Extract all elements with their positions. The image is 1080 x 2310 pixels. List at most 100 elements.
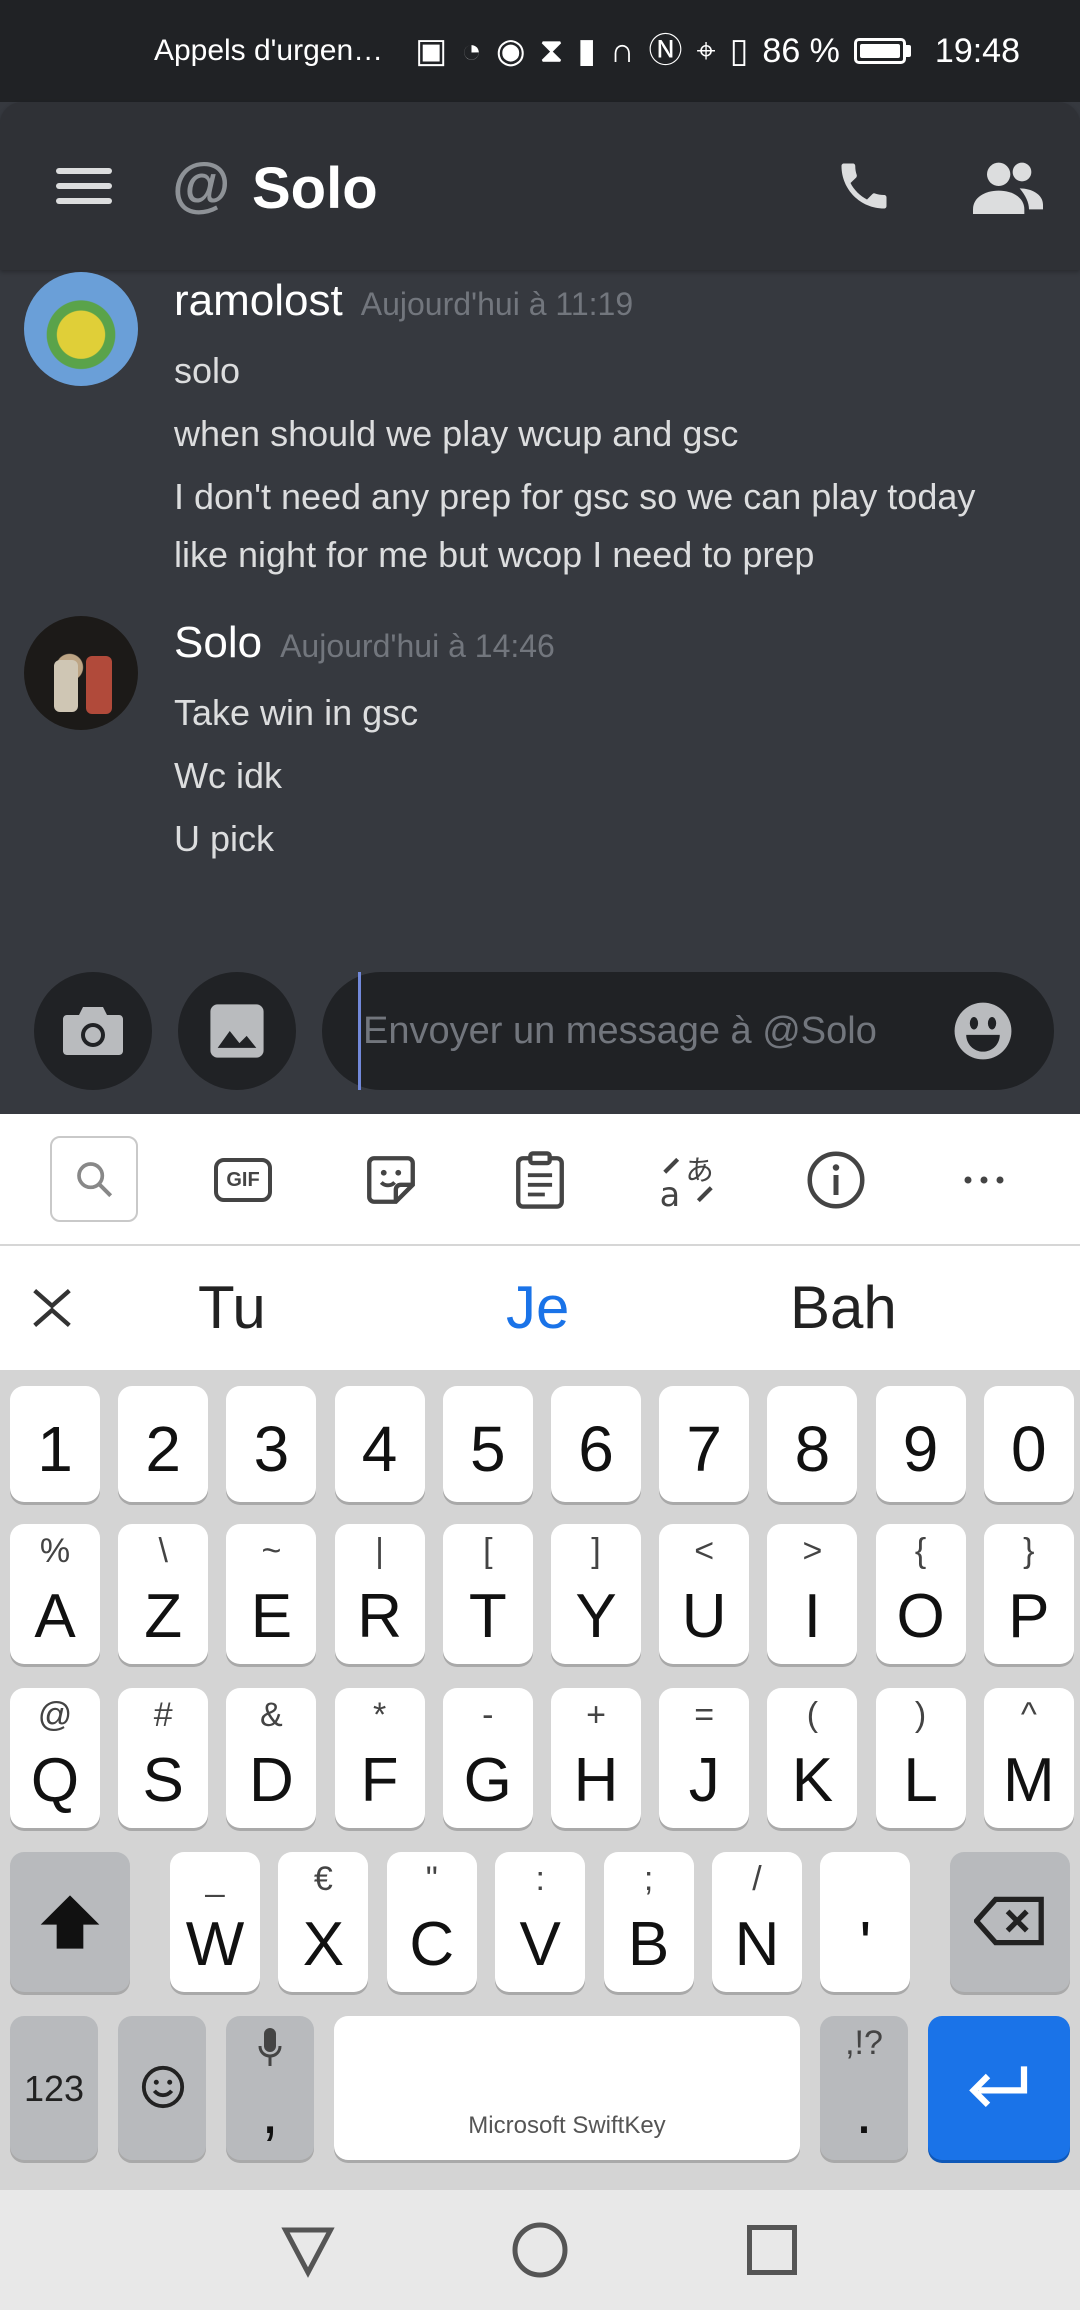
key-8[interactable]: 8	[767, 1386, 858, 1502]
key-0[interactable]: 0	[983, 1386, 1074, 1502]
key-apostrophe[interactable]: '	[820, 1852, 911, 1992]
message-line[interactable]: I don't need any prep for gsc so we can …	[174, 474, 975, 520]
sticker-button[interactable]	[347, 1136, 435, 1224]
key-c[interactable]: " C	[386, 1852, 477, 1992]
message-line[interactable]: Take win in gsc	[174, 690, 418, 736]
key-secondary-label: -	[482, 1696, 494, 1734]
key-secondary-label: %	[39, 1532, 71, 1570]
key-q[interactable]: @ Q	[10, 1688, 100, 1828]
emoji-key[interactable]	[118, 2016, 206, 2160]
key-p[interactable]: } P	[983, 1524, 1074, 1664]
key-9[interactable]: 9	[875, 1386, 966, 1502]
key-4[interactable]: 4	[334, 1386, 425, 1502]
backspace-key[interactable]	[950, 1852, 1070, 1992]
key-label: U	[681, 1582, 727, 1651]
key-g[interactable]: -G	[442, 1688, 533, 1828]
message-line[interactable]: U pick	[174, 816, 274, 862]
key-b[interactable]: ; B	[603, 1852, 694, 1992]
back-button[interactable]	[278, 2220, 338, 2280]
clipboard-icon	[516, 1151, 564, 1209]
avatar[interactable]	[24, 616, 138, 730]
key-7[interactable]: 7	[659, 1386, 750, 1502]
alert-icon: ▣	[415, 32, 448, 70]
suggestion-left[interactable]: Tu	[198, 1268, 266, 1348]
key-l[interactable]: ) L	[875, 1688, 966, 1828]
comma-key[interactable]: ,	[226, 2016, 314, 2160]
key-5[interactable]: 5	[442, 1386, 533, 1502]
key-t[interactable]: [T	[442, 1524, 533, 1664]
key-o[interactable]: {O	[875, 1524, 966, 1664]
key-label: Z	[144, 1582, 183, 1651]
keyboard-search-button[interactable]	[50, 1136, 138, 1222]
key-secondary-label: |	[375, 1532, 385, 1570]
key-h[interactable]: + H	[551, 1688, 641, 1828]
key-u[interactable]: < U	[659, 1524, 750, 1664]
key-r[interactable]: | R	[334, 1524, 425, 1664]
key-f[interactable]: * F	[334, 1688, 425, 1828]
key-label: .	[855, 2078, 873, 2147]
headphones-icon: ∩	[610, 32, 635, 70]
numbers-key[interactable]: 123	[10, 2016, 98, 2160]
author-name[interactable]: Solo	[174, 618, 262, 667]
key-i[interactable]: > I	[767, 1524, 858, 1664]
gif-button[interactable]: GIF	[199, 1136, 287, 1224]
translate-button[interactable]: a あ	[644, 1136, 732, 1224]
avatar[interactable]	[24, 272, 138, 386]
key-secondary-label: #	[153, 1696, 173, 1734]
message-input[interactable]	[358, 972, 923, 1090]
key-s[interactable]: # S	[118, 1688, 209, 1828]
key-label: C	[409, 1910, 455, 1979]
key-m[interactable]: ^ M	[983, 1688, 1074, 1828]
image-button[interactable]	[178, 972, 296, 1090]
key-label: Y	[575, 1582, 617, 1651]
shift-key[interactable]	[10, 1852, 130, 1992]
key-a[interactable]: % A	[10, 1524, 100, 1664]
key-d[interactable]: & D	[226, 1688, 317, 1828]
space-key[interactable]: Microsoft SwiftKey	[334, 2016, 800, 2160]
key-label: 7	[686, 1413, 722, 1485]
emoji-button[interactable]	[952, 1000, 1014, 1062]
key-label: O	[896, 1582, 945, 1651]
key-w[interactable]: _ W	[170, 1852, 260, 1992]
key-3[interactable]: 3	[226, 1386, 317, 1502]
more-button[interactable]	[940, 1136, 1028, 1224]
members-button[interactable]	[972, 158, 1044, 214]
key-n[interactable]: / N	[712, 1852, 802, 1992]
key-k[interactable]: (K	[767, 1688, 858, 1828]
key-label: W	[185, 1910, 245, 1979]
collapse-keyboard-button[interactable]	[26, 1280, 78, 1336]
key-2[interactable]: 2	[118, 1386, 209, 1502]
composer-bar	[0, 960, 1080, 1114]
message-line[interactable]: when should we play wcup and gsc	[174, 411, 738, 457]
home-button[interactable]	[510, 2220, 570, 2280]
key-j[interactable]: = J	[659, 1688, 750, 1828]
hamburger-menu-button[interactable]	[56, 168, 112, 204]
key-secondary-label: ~	[261, 1532, 282, 1570]
key-z[interactable]: \ Z	[118, 1524, 209, 1664]
enter-key[interactable]	[928, 2016, 1070, 2160]
message-line[interactable]: Wc idk	[174, 753, 282, 799]
key-6[interactable]: 6	[551, 1386, 641, 1502]
key-x[interactable]: € X	[278, 1852, 369, 1992]
key-1[interactable]: 1	[10, 1386, 100, 1502]
author-name[interactable]: ramolost	[174, 276, 343, 325]
phone-call-button[interactable]	[834, 156, 894, 216]
message-line[interactable]: solo	[174, 348, 240, 394]
key-e[interactable]: ~ E	[226, 1524, 317, 1664]
info-icon	[807, 1151, 865, 1209]
key-secondary-label: [	[483, 1532, 493, 1570]
key-v[interactable]: :V	[495, 1852, 586, 1992]
suggestion-center[interactable]: Je	[506, 1268, 569, 1348]
key-y[interactable]: ] Y	[551, 1524, 641, 1664]
period-key[interactable]: ,!?.	[820, 2016, 908, 2160]
translate-icon: a あ	[660, 1154, 714, 1211]
message-header: ramolost Aujourd'hui à 11:19	[174, 274, 633, 331]
clipboard-button[interactable]	[496, 1136, 584, 1224]
camera-button[interactable]	[34, 972, 152, 1090]
message-input-box[interactable]	[322, 972, 1054, 1090]
recents-button[interactable]	[742, 2220, 802, 2280]
suggestion-right[interactable]: Bah	[790, 1268, 897, 1348]
shift-icon	[40, 1895, 100, 1949]
message-line[interactable]: like night for me but wcop I need to pre…	[174, 532, 814, 578]
info-button[interactable]	[792, 1136, 880, 1224]
